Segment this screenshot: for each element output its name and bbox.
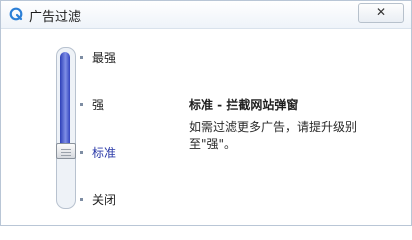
- window-title: 广告过滤: [29, 10, 82, 25]
- app-logo-icon: [9, 7, 23, 21]
- filter-level-slider[interactable]: [56, 47, 76, 209]
- level-label-strong[interactable]: 强: [92, 96, 104, 113]
- close-icon: ✕: [375, 5, 387, 19]
- slider-thumb[interactable]: [56, 143, 76, 159]
- level-tick: [80, 151, 83, 154]
- close-button[interactable]: ✕: [358, 3, 404, 23]
- thumb-grip-line: [61, 152, 71, 153]
- level-label-off[interactable]: 关闭: [92, 191, 116, 208]
- level-description-text: 如需过滤更多广告，请提升级别至"强"。: [189, 120, 358, 151]
- ad-filter-window: 广告过滤 ✕ 最强 强 标准 关闭 标准 - 拦截网站弹窗 如需过滤更多广告，请…: [0, 0, 412, 226]
- thumb-grip-line: [61, 149, 71, 150]
- level-label-standard[interactable]: 标准: [92, 144, 116, 161]
- level-tick: [80, 56, 83, 59]
- level-description-title: 标准 - 拦截网站弹窗: [189, 98, 299, 112]
- level-tick: [80, 103, 83, 106]
- thumb-grip-line: [61, 155, 71, 156]
- title-bar: 广告过滤 ✕: [1, 1, 411, 29]
- level-label-strongest[interactable]: 最强: [92, 49, 116, 66]
- level-tick: [80, 198, 83, 201]
